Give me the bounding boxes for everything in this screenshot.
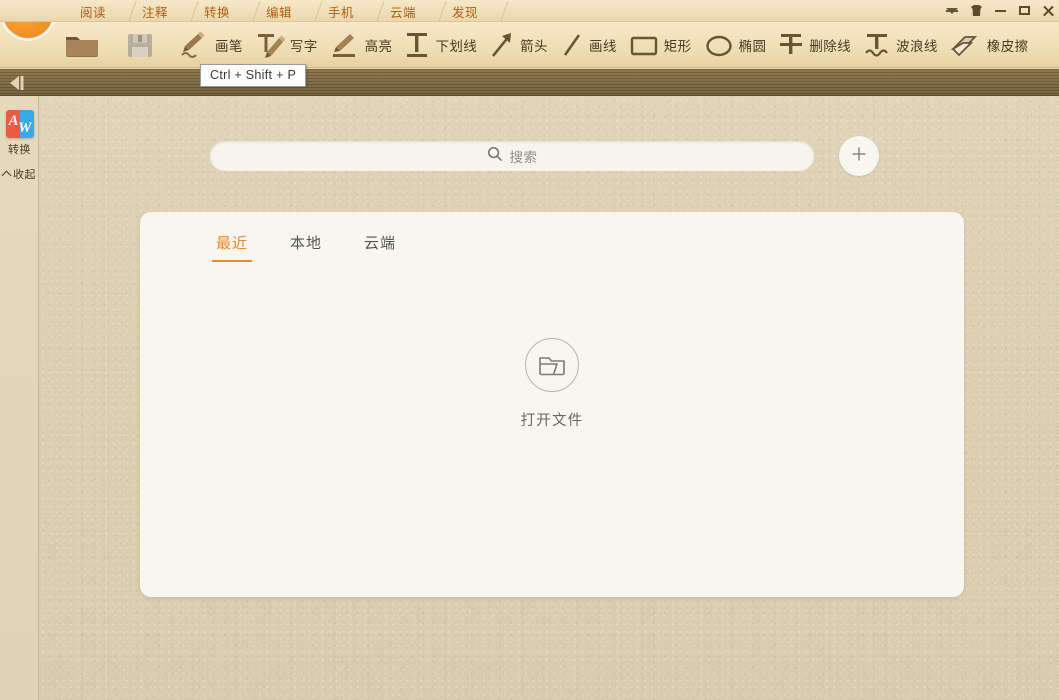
toolbar-item-pen[interactable]: 画笔 xyxy=(174,22,249,68)
panel-tab-label: 最近 xyxy=(216,235,248,252)
highlight-icon xyxy=(330,30,360,60)
strikethrough-icon xyxy=(778,30,804,60)
line-icon xyxy=(560,30,584,60)
squiggly-icon xyxy=(863,30,891,60)
content-panel: 最近 本地 云端 打开文件 xyxy=(140,212,964,597)
nav-tab-label: 手机 xyxy=(328,2,354,21)
search-row: 搜索 xyxy=(39,96,1059,206)
plus-icon xyxy=(849,144,869,169)
toolbar-item-label: 箭头 xyxy=(520,35,548,55)
nav-tab-label: 转换 xyxy=(204,2,230,21)
dropdown-icon[interactable] xyxy=(946,3,959,17)
panel-tab-cloud[interactable]: 云端 xyxy=(360,228,400,262)
nav-tab-cloud[interactable]: 云端 xyxy=(372,0,434,22)
close-icon[interactable] xyxy=(1042,3,1055,17)
sidebar-item-label: 转换 xyxy=(8,141,31,157)
toolbar-item-eraser[interactable]: 橡皮擦 xyxy=(944,22,1035,68)
panel-tabs: 最近 本地 云端 xyxy=(212,228,400,262)
toolbar-item-rectangle[interactable]: 矩形 xyxy=(623,22,698,68)
panel-tab-recent[interactable]: 最近 xyxy=(212,228,252,262)
nav-tab-label: 阅读 xyxy=(80,2,106,21)
nav-tab-mobile[interactable]: 手机 xyxy=(310,0,372,22)
secondary-toolbar xyxy=(0,68,1059,96)
open-file-button[interactable]: 打开文件 xyxy=(140,338,964,430)
toolbar-item-label: 画笔 xyxy=(215,35,243,55)
nav-tab-label: 发现 xyxy=(452,2,478,21)
open-file-label: 打开文件 xyxy=(521,409,584,430)
toolbar-item-write[interactable]: 写字 xyxy=(249,22,324,68)
window-tab-bar: 阅读 注释 转换 编辑 手机 云端 发现 xyxy=(0,0,1059,22)
underline-icon xyxy=(404,30,430,60)
pen-icon xyxy=(180,30,210,60)
collapse-panel-button[interactable] xyxy=(8,74,34,92)
skin-icon[interactable] xyxy=(970,3,983,17)
panel-tab-local[interactable]: 本地 xyxy=(286,228,326,262)
toolbar-item-label: 下划线 xyxy=(435,35,477,55)
toolbar-item-label: 波浪线 xyxy=(896,35,938,55)
search-icon xyxy=(487,146,503,167)
toolbar-item-ellipse[interactable]: 椭圆 xyxy=(698,22,773,68)
toolbar-item-label: 橡皮擦 xyxy=(987,35,1029,55)
panel-tab-label: 本地 xyxy=(290,235,322,252)
write-text-icon xyxy=(255,30,285,60)
search-input[interactable]: 搜索 xyxy=(210,141,814,171)
toolbar-item-label: 删除线 xyxy=(809,35,851,55)
toolbar-item-highlight[interactable]: 高亮 xyxy=(324,22,399,68)
nav-tab-label: 编辑 xyxy=(266,2,292,21)
shortcut-tooltip: Ctrl + Shift + P xyxy=(200,64,306,87)
toolbar-item-label: 矩形 xyxy=(664,35,692,55)
nav-tab-read[interactable]: 阅读 xyxy=(62,0,124,22)
chevron-up-icon xyxy=(2,170,12,180)
main-toolbar: 画笔 写字 xyxy=(0,22,1059,68)
toolbar-item-save[interactable] xyxy=(119,22,174,68)
open-folder-outline-icon xyxy=(525,338,579,392)
nav-tab-label: 注释 xyxy=(142,2,168,21)
rectangle-icon xyxy=(629,30,659,60)
nav-tab-discover[interactable]: 发现 xyxy=(434,0,496,22)
eraser-icon xyxy=(950,30,982,60)
toolbar-item-label: 椭圆 xyxy=(739,35,767,55)
window-controls xyxy=(946,0,1055,20)
nav-tab-annotate[interactable]: 注释 xyxy=(124,0,186,22)
toolbar-item-label: 写字 xyxy=(290,35,318,55)
sidebar-item-convert[interactable]: AW 转换 xyxy=(0,110,39,157)
panel-tab-label: 云端 xyxy=(364,235,396,252)
pdf-to-word-icon: AW xyxy=(6,110,34,138)
arrow-icon xyxy=(489,30,515,60)
toolbar-item-underline[interactable]: 下划线 xyxy=(398,22,483,68)
toolbar-item-open[interactable] xyxy=(58,22,119,68)
nav-tabs: 阅读 注释 转换 编辑 手机 云端 发现 xyxy=(62,0,496,22)
nav-tab-convert[interactable]: 转换 xyxy=(186,0,248,22)
search-placeholder: 搜索 xyxy=(510,146,538,166)
toolbar-item-strikethrough[interactable]: 删除线 xyxy=(772,22,857,68)
toolbar-item-squiggly[interactable]: 波浪线 xyxy=(857,22,944,68)
minimize-icon[interactable] xyxy=(994,3,1007,17)
left-sidebar: AW 转换 收起 xyxy=(0,96,39,700)
open-folder-icon xyxy=(64,31,100,59)
nav-tab-label: 云端 xyxy=(390,2,416,21)
save-disk-icon xyxy=(125,31,155,59)
toolbar-item-arrow[interactable]: 箭头 xyxy=(483,22,554,68)
maximize-icon[interactable] xyxy=(1018,3,1031,17)
nav-tab-edit[interactable]: 编辑 xyxy=(248,0,310,22)
sidebar-collapse-button[interactable]: 收起 xyxy=(0,166,39,182)
sidebar-collapse-label: 收起 xyxy=(13,166,36,182)
toolbar-items: 画笔 写字 xyxy=(58,22,1035,68)
add-file-button[interactable] xyxy=(839,136,879,176)
tab-separator xyxy=(500,1,508,21)
ellipse-icon xyxy=(704,30,734,60)
toolbar-item-label: 高亮 xyxy=(365,35,393,55)
toolbar-item-label: 画线 xyxy=(589,35,617,55)
toolbar-item-line[interactable]: 画线 xyxy=(554,22,623,68)
